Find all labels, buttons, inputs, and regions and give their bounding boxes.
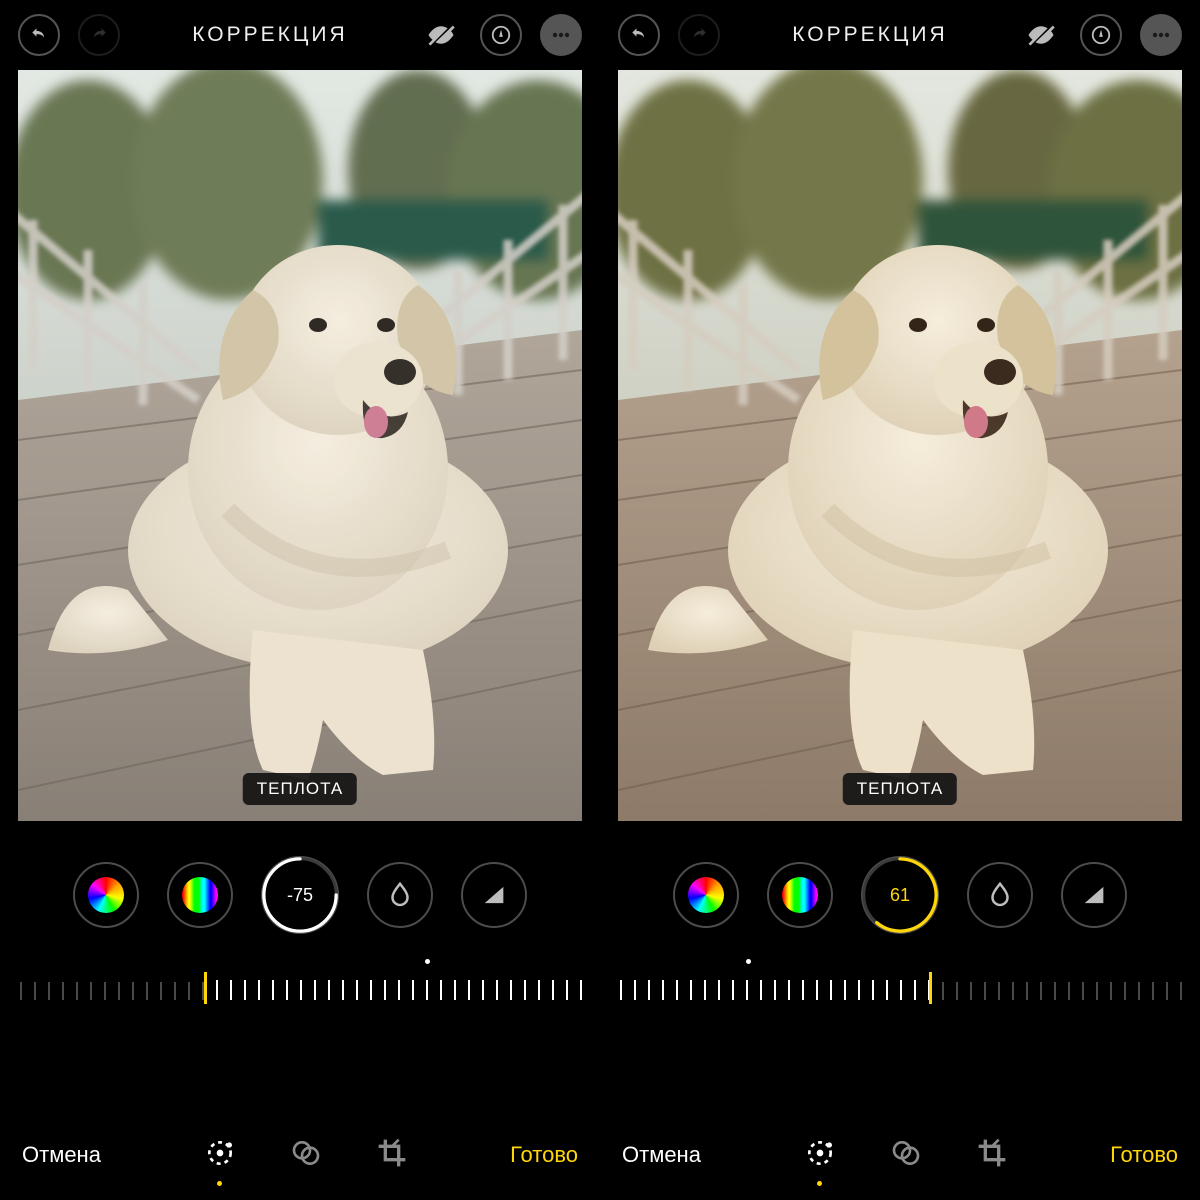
- more-button[interactable]: [1140, 14, 1182, 56]
- warmth-dial[interactable]: -75: [261, 856, 339, 934]
- crop-mode[interactable]: [372, 1130, 412, 1180]
- done-button[interactable]: Готово: [510, 1142, 578, 1168]
- toggle-preview-button[interactable]: [420, 14, 462, 56]
- crop-icon: [376, 1137, 408, 1174]
- edit-mode-switcher: [200, 1130, 412, 1180]
- redo-button[interactable]: [678, 14, 720, 56]
- active-mode-dot: [217, 1181, 222, 1186]
- warmth-dial[interactable]: 61: [861, 856, 939, 934]
- edit-mode-switcher: [800, 1130, 1012, 1180]
- bottom-toolbar: Отмена Готово: [0, 1110, 600, 1200]
- crop-mode[interactable]: [972, 1130, 1012, 1180]
- filters-mode[interactable]: [286, 1130, 326, 1180]
- toggle-preview-button[interactable]: [1020, 14, 1062, 56]
- sharpness-dial[interactable]: [1061, 862, 1127, 928]
- adjustment-name-badge: ТЕПЛОТА: [843, 773, 957, 805]
- undo-button[interactable]: [618, 14, 660, 56]
- slider-needle: [929, 972, 932, 1004]
- slider-needle: [204, 972, 207, 1004]
- value-slider[interactable]: [0, 955, 600, 1021]
- redo-icon: [689, 25, 709, 45]
- adjust-mode[interactable]: [800, 1130, 840, 1180]
- photo-preview[interactable]: ТЕПЛОТА: [18, 70, 582, 821]
- slider-ticks: [20, 970, 580, 1006]
- markup-button[interactable]: [480, 14, 522, 56]
- editor-pane-left: КОРРЕКЦИЯ: [0, 0, 600, 1200]
- markup-button[interactable]: [1080, 14, 1122, 56]
- adjustment-dials: -75: [0, 835, 600, 955]
- undo-icon: [29, 25, 49, 45]
- markup-icon: [1090, 24, 1112, 46]
- cancel-button[interactable]: Отмена: [622, 1142, 701, 1168]
- color-dial[interactable]: [673, 862, 739, 928]
- more-icon: [1149, 23, 1173, 47]
- bw-dial[interactable]: [167, 862, 233, 928]
- slider-ticks: [620, 970, 1180, 1006]
- photo-preview[interactable]: ТЕПЛОТА: [618, 70, 1182, 821]
- redo-button[interactable]: [78, 14, 120, 56]
- top-toolbar: КОРРЕКЦИЯ: [0, 0, 600, 70]
- adjust-mode[interactable]: [200, 1130, 240, 1180]
- bottom-toolbar: Отмена Готово: [600, 1110, 1200, 1200]
- sharpness-dial[interactable]: [461, 862, 527, 928]
- screen-title: КОРРЕКЦИЯ: [192, 23, 347, 47]
- done-button[interactable]: Готово: [1110, 1142, 1178, 1168]
- bw-dial[interactable]: [767, 862, 833, 928]
- slider-origin-dot: [746, 959, 751, 964]
- markup-icon: [490, 24, 512, 46]
- crop-icon: [976, 1137, 1008, 1174]
- filters-mode[interactable]: [886, 1130, 926, 1180]
- undo-icon: [629, 25, 649, 45]
- active-mode-dot: [817, 1181, 822, 1186]
- value-slider[interactable]: [600, 955, 1200, 1021]
- more-button[interactable]: [540, 14, 582, 56]
- eye-off-icon: [1026, 20, 1056, 50]
- color-dial[interactable]: [73, 862, 139, 928]
- screen-title: КОРРЕКЦИЯ: [792, 23, 947, 47]
- adjustment-dials: 61: [600, 835, 1200, 955]
- cancel-button[interactable]: Отмена: [22, 1142, 101, 1168]
- redo-icon: [89, 25, 109, 45]
- slider-origin-dot: [425, 959, 430, 964]
- adjust-icon: [804, 1137, 836, 1174]
- filters-icon: [890, 1137, 922, 1174]
- tint-dial[interactable]: [967, 862, 1033, 928]
- adjust-icon: [204, 1137, 236, 1174]
- adjustment-name-badge: ТЕПЛОТА: [243, 773, 357, 805]
- editor-pane-right: КОРРЕКЦИЯ: [600, 0, 1200, 1200]
- top-toolbar: КОРРЕКЦИЯ: [600, 0, 1200, 70]
- tint-dial[interactable]: [367, 862, 433, 928]
- filters-icon: [290, 1137, 322, 1174]
- more-icon: [549, 23, 573, 47]
- eye-off-icon: [426, 20, 456, 50]
- undo-button[interactable]: [18, 14, 60, 56]
